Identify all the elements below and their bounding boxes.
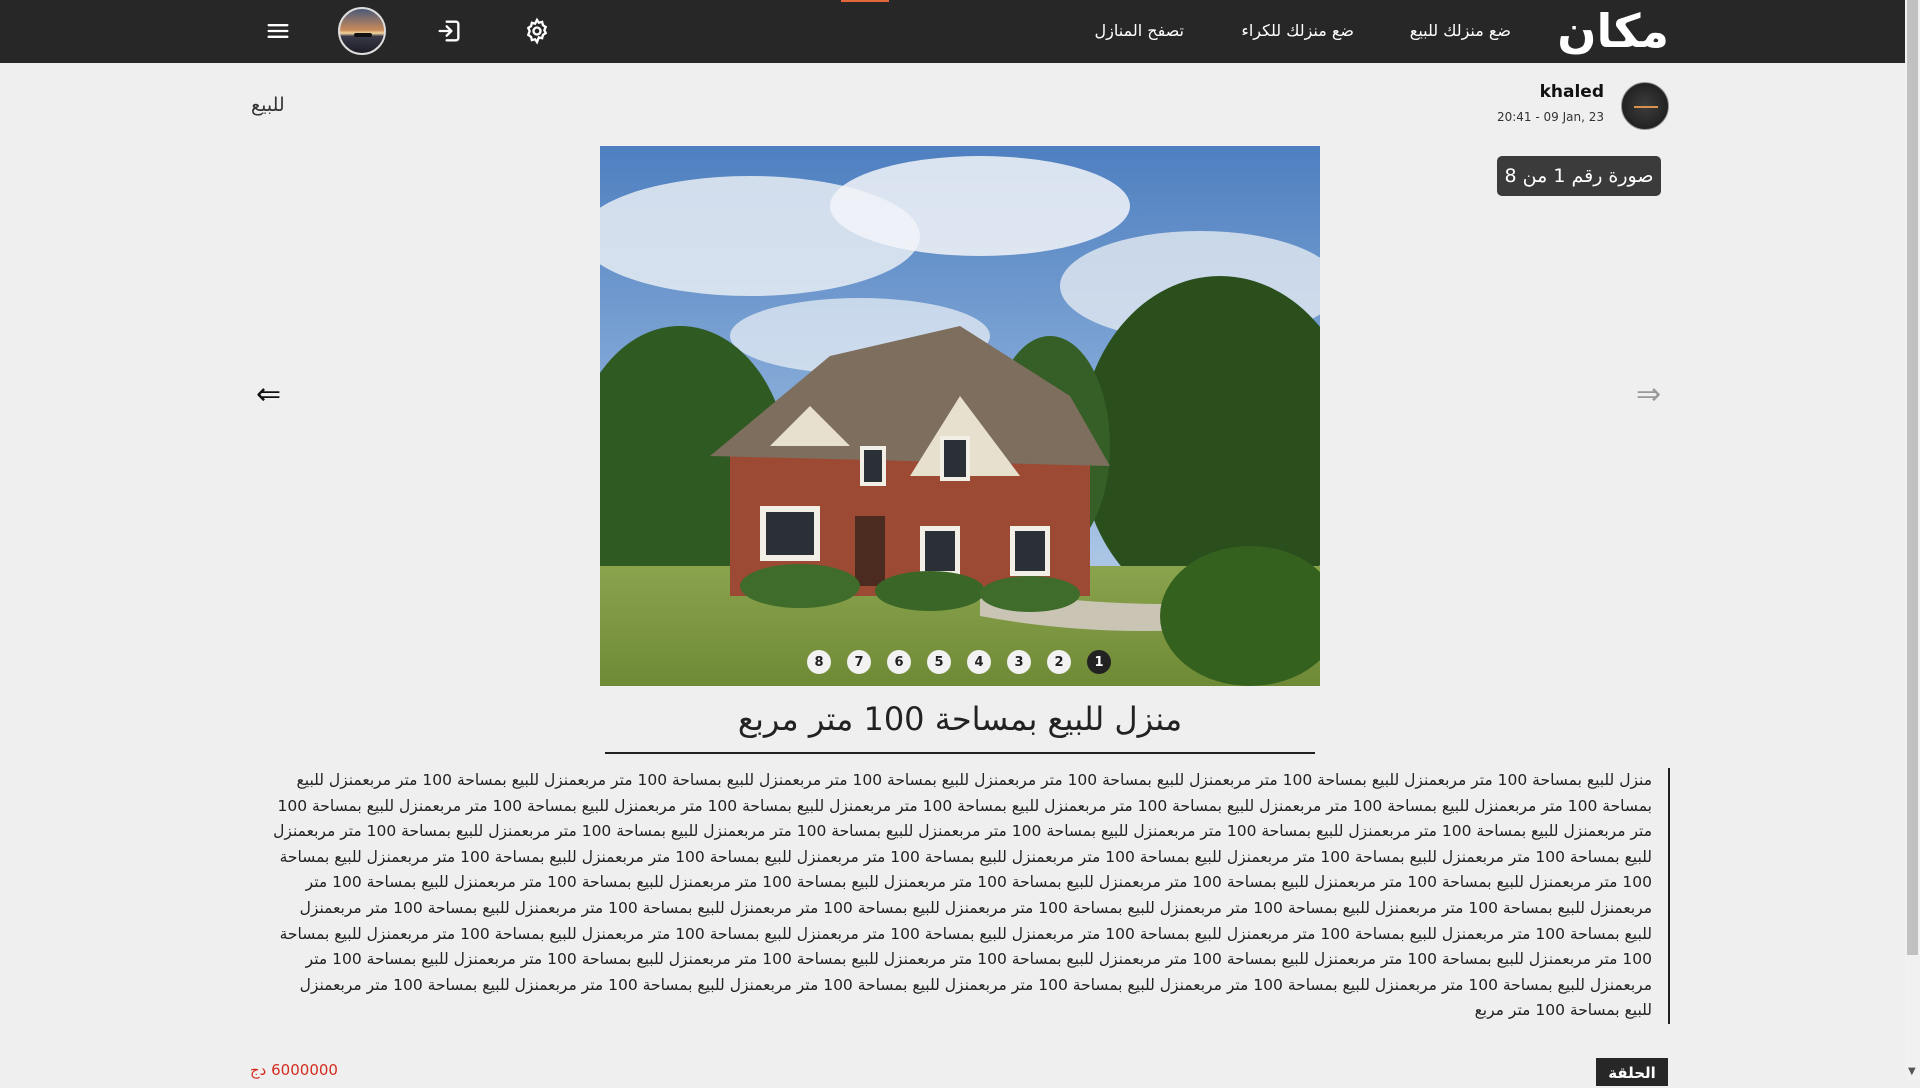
avatar[interactable]	[338, 7, 386, 55]
scroll-down-icon[interactable]: ▼	[1908, 1066, 1916, 1077]
gear-icon[interactable]	[523, 17, 551, 45]
title-divider	[605, 752, 1315, 754]
poster-name[interactable]: khaled	[1540, 82, 1604, 102]
scrollbar[interactable]: ▼	[1905, 0, 1920, 1080]
nav-link-browse[interactable]: تصفح المنازل	[1095, 21, 1184, 40]
nav-active-indicator	[841, 0, 889, 2]
nav-link-sell[interactable]: ضع منزلك للبيع	[1410, 21, 1511, 40]
poster-avatar[interactable]	[1621, 82, 1669, 130]
photo-dot-2[interactable]: 2	[1047, 650, 1071, 674]
photo-dot-1[interactable]: 1	[1087, 650, 1111, 674]
photo-dot-6[interactable]: 6	[887, 650, 911, 674]
post-date: 20:41 - 09 Jan, 23	[1496, 110, 1604, 124]
listing-photo	[600, 146, 1320, 686]
photo-dot-7[interactable]: 7	[847, 650, 871, 674]
logout-icon[interactable]	[435, 17, 463, 45]
image-counter-badge: صورة رقم 1 من 8	[1497, 156, 1661, 196]
scrollbar-thumb[interactable]	[1907, 0, 1918, 955]
photo-dot-5[interactable]: 5	[927, 650, 951, 674]
listing-title: منزل للبيع بمساحة 100 متر مربع	[737, 700, 1183, 738]
top-navbar: مكان ضع منزلك للبيع ضع منزلك للكراء تصفح…	[0, 0, 1905, 63]
photo-dot-3[interactable]: 3	[1007, 650, 1031, 674]
prev-arrow-icon[interactable]: ⇐	[256, 380, 281, 410]
nav-link-rent[interactable]: ضع منزلك للكراء	[1241, 21, 1354, 40]
next-arrow-icon[interactable]: ⇒	[1636, 380, 1661, 410]
listing-description: منزل للبيع بمساحة 100 متر مربعمنزل للبيع…	[270, 768, 1670, 1024]
listing-tag: الحلقة	[1596, 1058, 1668, 1086]
listing-price: 6000000 دج	[250, 1061, 338, 1079]
menu-icon[interactable]	[264, 17, 292, 45]
photo-dot-4[interactable]: 4	[967, 650, 991, 674]
site-logo[interactable]: مكان	[1557, 4, 1669, 58]
photo-dot-8[interactable]: 8	[807, 650, 831, 674]
listing-status: للبيع	[251, 94, 285, 116]
